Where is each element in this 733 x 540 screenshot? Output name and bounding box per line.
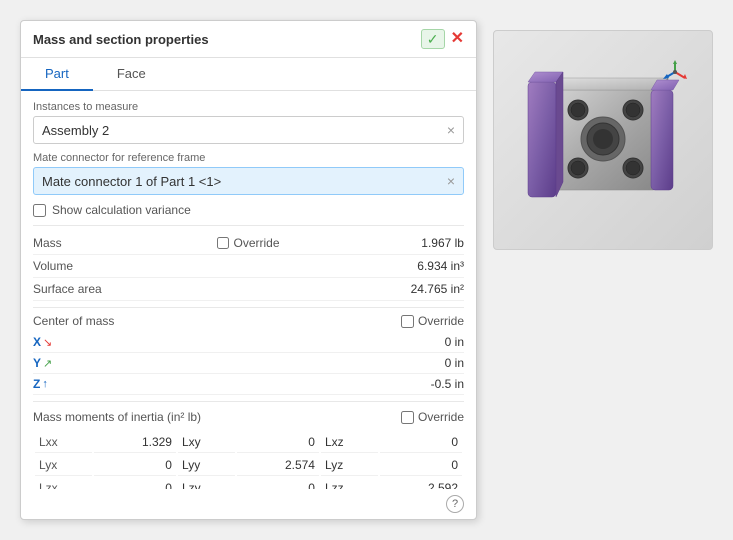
mate-connector-input[interactable]: Mate connector 1 of Part 1 <1> ×: [33, 167, 464, 195]
lyy-value: 2.574: [237, 455, 319, 476]
help-area: ?: [21, 489, 476, 519]
com-header: Center of mass Override: [33, 314, 464, 328]
panel-title: Mass and section properties: [33, 32, 209, 47]
mass-override-checkbox[interactable]: [217, 237, 229, 249]
tab-part[interactable]: Part: [21, 58, 93, 91]
com-z-value: -0.5 in: [404, 377, 464, 391]
com-x-row: X ↘ 0 in: [33, 332, 464, 353]
panel-body: Instances to measure Assembly 2 × Mate c…: [21, 91, 476, 489]
instances-input[interactable]: Assembly 2 ×: [33, 116, 464, 144]
com-y-axis: Y ↗: [33, 356, 63, 370]
divider-3: [33, 401, 464, 402]
moments-row-2: Lyx 0 Lyy 2.574 Lyz 0: [35, 455, 462, 476]
mass-label: Mass: [33, 236, 113, 250]
moments-section: Mass moments of inertia (in² lb) Overrid…: [33, 410, 464, 489]
volume-row: Volume 6.934 in³: [33, 255, 464, 278]
center-of-mass-section: Center of mass Override X ↘ 0 in: [33, 314, 464, 395]
mate-connector-clear-icon[interactable]: ×: [447, 173, 455, 189]
show-variance-row: Show calculation variance: [33, 203, 464, 217]
moments-row-1: Lxx 1.329 Lxy 0 Lxz 0: [35, 432, 462, 453]
lxx-value: 1.329: [94, 432, 176, 453]
volume-label: Volume: [33, 259, 113, 273]
lzx-value: 0: [94, 478, 176, 489]
com-x-label: X: [33, 335, 41, 349]
com-override-checkbox[interactable]: [401, 315, 414, 328]
cad-preview: [493, 30, 713, 250]
lyx-label: Lyx: [35, 455, 92, 476]
lyz-value: 0: [380, 455, 462, 476]
moments-header: Mass moments of inertia (in² lb) Overrid…: [33, 410, 464, 424]
com-x-value: 0 in: [404, 335, 464, 349]
lzy-value: 0: [237, 478, 319, 489]
mate-connector-section: Mate connector for reference frame Mate …: [33, 152, 464, 195]
com-y-arrow-icon: ↗: [43, 357, 52, 370]
mass-value: 1.967 lb: [384, 236, 464, 250]
surface-label: Surface area: [33, 282, 113, 296]
com-y-row: Y ↗ 0 in: [33, 353, 464, 374]
mass-override: Override: [217, 236, 279, 250]
lxy-value: 0: [237, 432, 319, 453]
show-variance-checkbox[interactable]: [33, 204, 46, 217]
mass-properties-panel: Mass and section properties ✓ ✕ Part Fac…: [20, 20, 477, 520]
lxy-label: Lxy: [178, 432, 235, 453]
cad-svg: [503, 40, 703, 240]
mass-row: Mass Override 1.967 lb: [33, 232, 464, 255]
instances-clear-icon[interactable]: ×: [447, 122, 455, 138]
com-override: Override: [401, 314, 464, 328]
mass-override-label[interactable]: Override: [233, 236, 279, 250]
divider-2: [33, 307, 464, 308]
com-z-label: Z: [33, 377, 40, 391]
com-x-axis: X ↘: [33, 335, 63, 349]
instances-label: Instances to measure: [33, 101, 464, 113]
surface-value: 24.765 in²: [384, 282, 464, 296]
com-y-label: Y: [33, 356, 41, 370]
help-button[interactable]: ?: [446, 495, 464, 513]
mate-connector-label: Mate connector for reference frame: [33, 152, 464, 164]
moments-table: Lxx 1.329 Lxy 0 Lxz 0 Lyx 0 Lyy 2.574 Ly…: [33, 430, 464, 489]
volume-value: 6.934 in³: [384, 259, 464, 273]
lzz-label: Lzz: [321, 478, 378, 489]
axis-indicator-group: [663, 60, 687, 79]
tab-face[interactable]: Face: [93, 58, 170, 91]
divider-1: [33, 225, 464, 226]
panel-actions: ✓ ✕: [421, 29, 464, 49]
cad-inner: [494, 31, 712, 249]
lxx-label: Lxx: [35, 432, 92, 453]
com-z-axis: Z ↑: [33, 377, 63, 391]
tabs-bar: Part Face: [21, 58, 476, 91]
lxz-value: 0: [380, 432, 462, 453]
lyx-value: 0: [94, 455, 176, 476]
moments-override: Override: [401, 410, 464, 424]
com-z-row: Z ↑ -0.5 in: [33, 374, 464, 395]
com-z-arrow-icon: ↑: [42, 378, 48, 390]
close-button[interactable]: ✕: [451, 31, 464, 47]
lzz-value: 2.592: [380, 478, 462, 489]
moments-row-3: Lzx 0 Lzy 0 Lzz 2.592: [35, 478, 462, 489]
com-title: Center of mass: [33, 314, 114, 328]
moments-override-label[interactable]: Override: [418, 410, 464, 424]
com-override-label[interactable]: Override: [418, 314, 464, 328]
surface-row: Surface area 24.765 in²: [33, 278, 464, 301]
confirm-button[interactable]: ✓: [421, 29, 445, 49]
lxz-label: Lxz: [321, 432, 378, 453]
com-y-value: 0 in: [404, 356, 464, 370]
instances-value: Assembly 2: [42, 123, 109, 138]
lyz-label: Lyz: [321, 455, 378, 476]
instances-section: Instances to measure Assembly 2 ×: [33, 101, 464, 144]
lyy-label: Lyy: [178, 455, 235, 476]
panel-header: Mass and section properties ✓ ✕: [21, 21, 476, 58]
moments-title: Mass moments of inertia (in² lb): [33, 410, 201, 424]
show-variance-label[interactable]: Show calculation variance: [52, 203, 191, 217]
lzy-label: Lzy: [178, 478, 235, 489]
lzx-label: Lzx: [35, 478, 92, 489]
moments-override-checkbox[interactable]: [401, 411, 414, 424]
com-x-arrow-icon: ↘: [43, 336, 52, 349]
mate-connector-value: Mate connector 1 of Part 1 <1>: [42, 174, 221, 189]
